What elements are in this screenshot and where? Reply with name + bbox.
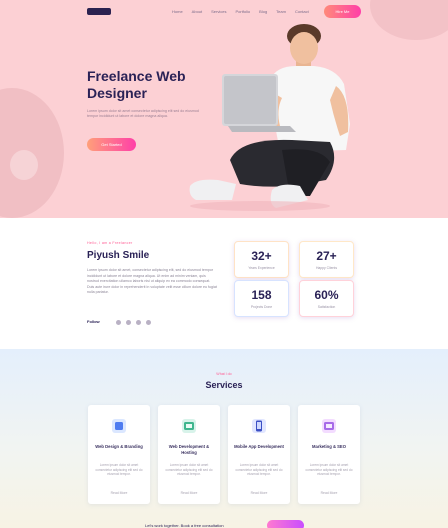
twitter-icon[interactable]: [126, 320, 131, 325]
service-card[interactable]: Web Design & Branding Lorem ipsum dolor …: [88, 405, 150, 504]
instagram-icon[interactable]: [136, 320, 141, 325]
person-with-laptop-illustration: [189, 24, 350, 211]
stat-value: 60%: [314, 288, 339, 302]
chart-icon: [322, 419, 336, 433]
service-card-title: Mobile App Development: [234, 444, 284, 449]
service-card-title: Marketing & SEO: [312, 444, 346, 449]
services-kicker: What I do: [216, 372, 232, 376]
follow-label: Follow: [87, 319, 100, 324]
cta-text: Let's work together. Book a free consult…: [145, 523, 224, 528]
service-card[interactable]: Marketing & SEO Lorem ipsum dolor sit am…: [298, 405, 360, 504]
stat-value: 27+: [316, 249, 337, 263]
about-kicker: Hello, I am a Freelancer: [87, 241, 133, 245]
service-card[interactable]: Mobile App Development Lorem ipsum dolor…: [228, 405, 290, 504]
code-icon: [182, 419, 196, 433]
stat-card: 60% Satisfaction: [299, 280, 354, 317]
service-card-text: Lorem ipsum dolor sit amet consectetur a…: [235, 463, 283, 476]
hero-section: Home About Services Portfolio Blog Team …: [0, 0, 448, 218]
read-more-link[interactable]: Read More: [228, 491, 290, 495]
stat-card: 32+ Years Experience: [234, 241, 289, 278]
design-icon: [112, 419, 126, 433]
read-more-link[interactable]: Read More: [298, 491, 360, 495]
about-name: Piyush Smile: [87, 250, 150, 261]
read-more-link[interactable]: Read More: [88, 491, 150, 495]
cta-button[interactable]: [267, 520, 304, 528]
service-card-text: Lorem ipsum dolor sit amet consectetur a…: [165, 463, 213, 476]
about-text: Lorem ipsum dolor sit amet, consectetur …: [87, 268, 217, 294]
mobile-icon: [252, 419, 266, 433]
stat-value: 158: [251, 288, 272, 302]
service-card[interactable]: Web Development & Hosting Lorem ipsum do…: [158, 405, 220, 504]
read-more-link[interactable]: Read More: [158, 491, 220, 495]
linkedin-icon[interactable]: [146, 320, 151, 325]
services-title: Services: [205, 380, 243, 390]
stat-card: 27+ Happy Clients: [299, 241, 354, 278]
facebook-icon[interactable]: [116, 320, 121, 325]
service-card-title: Web Design & Branding: [95, 444, 143, 449]
stat-label: Years Experience: [248, 266, 275, 270]
stat-value: 32+: [251, 249, 272, 263]
service-card-text: Lorem ipsum dolor sit amet consectetur a…: [305, 463, 353, 476]
service-card-title: Web Development & Hosting: [168, 444, 210, 455]
stat-label: Projects Done: [250, 305, 273, 309]
stat-label: Happy Clients: [315, 266, 338, 270]
social-links: [116, 320, 151, 325]
service-card-text: Lorem ipsum dolor sit amet consectetur a…: [95, 463, 143, 476]
stat-label: Satisfaction: [317, 305, 336, 309]
stat-card: 158 Projects Done: [234, 280, 289, 317]
